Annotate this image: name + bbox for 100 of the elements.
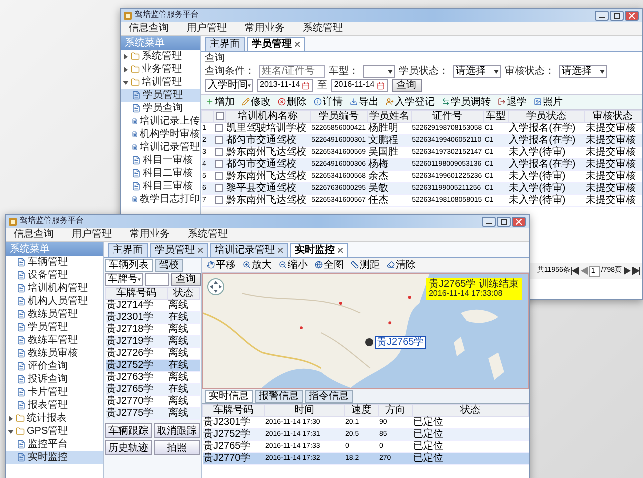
table-row[interactable]: 贵J2775学 离线 — [106, 408, 200, 420]
maximize-button[interactable] — [497, 216, 511, 226]
toolbar-button[interactable]: 缩小 — [278, 258, 309, 272]
minimize-button[interactable] — [482, 216, 496, 226]
menu-item[interactable]: 信息查询 — [129, 23, 169, 34]
menu-item[interactable]: 系统管理 — [303, 23, 343, 34]
tab[interactable]: 学员管理 — [247, 37, 305, 51]
table-row[interactable]: 贵J2301学 在线 — [106, 312, 200, 324]
menu-item[interactable]: 常用业务 — [130, 229, 170, 240]
dropdown[interactable]: 入学时间 — [205, 79, 253, 92]
column-header[interactable]: 车牌号码 — [106, 288, 168, 300]
tree-item[interactable]: GPS管理 — [6, 425, 103, 438]
toolbar-button[interactable]: 学员调转 — [441, 95, 492, 109]
search-button[interactable]: 查询 — [171, 273, 201, 286]
tree-item[interactable]: 卡片管理 — [6, 386, 103, 399]
table-row[interactable]: 贵J2763学 离线 — [106, 372, 200, 384]
column-header[interactable]: 方向 — [378, 404, 412, 416]
column-header[interactable]: 车牌号码 — [202, 404, 264, 416]
caret-icon[interactable] — [123, 54, 129, 60]
action-button[interactable]: 车辆跟踪 — [105, 423, 152, 438]
checkbox[interactable] — [216, 112, 224, 120]
caret-icon[interactable] — [8, 428, 14, 434]
dropdown[interactable]: 车牌号 — [105, 273, 143, 286]
maximize-button[interactable] — [610, 10, 624, 20]
close-icon[interactable] — [198, 248, 203, 253]
column-header[interactable]: 速度 — [344, 404, 378, 416]
menu-item[interactable]: 用户管理 — [187, 23, 227, 34]
toolbar-button[interactable]: 退学 — [497, 95, 528, 109]
tree-item[interactable]: 教学日志打印 — [121, 193, 200, 206]
search-field[interactable]: 姓名/证件号 — [259, 65, 325, 78]
tab[interactable]: 学员管理 — [150, 243, 208, 257]
tab[interactable]: 实时信息 — [205, 390, 253, 403]
tree-item[interactable]: 学员查询 — [121, 102, 200, 115]
tab[interactable]: 指令信息 — [305, 390, 353, 403]
tree-item[interactable]: 评价查询 — [6, 360, 103, 373]
date-field[interactable]: 2016-11-14 — [331, 79, 388, 92]
tree-item[interactable]: 业务管理 — [121, 63, 200, 76]
menu-item[interactable]: 信息查询 — [14, 229, 54, 240]
checkbox[interactable] — [214, 172, 223, 180]
checkbox[interactable] — [214, 160, 223, 168]
dropdown[interactable]: 请选择 — [453, 65, 501, 78]
tree-item[interactable]: 监控平台 — [6, 438, 103, 451]
tab[interactable]: 车辆列表 — [105, 259, 153, 272]
tab[interactable]: 主界面 — [205, 37, 245, 51]
tab[interactable]: 培训记录管理 — [210, 243, 288, 257]
column-header[interactable]: 证件号 — [411, 110, 484, 122]
tree-item[interactable]: 教练员管理 — [6, 308, 103, 321]
date-field[interactable]: 2013-11-14 — [257, 79, 314, 92]
tab[interactable]: 驾校 — [155, 259, 183, 272]
dropdown[interactable] — [363, 65, 395, 78]
column-header[interactable]: 状态 — [168, 288, 200, 300]
column-header[interactable]: 学员姓名 — [368, 110, 412, 122]
tree-item[interactable]: 培训机构管理 — [6, 282, 103, 295]
close-button[interactable] — [625, 10, 639, 20]
close-icon[interactable] — [338, 248, 343, 253]
tree-item[interactable]: 系统管理 — [121, 50, 200, 63]
table-row[interactable]: 贵J2765学 在线 — [106, 384, 200, 396]
table-row[interactable]: 贵J2718学 离线 — [106, 324, 200, 336]
tree-item[interactable]: 投诉查询 — [6, 373, 103, 386]
tree-item[interactable]: 教练员审核 — [6, 347, 103, 360]
column-header[interactable]: 车型 — [484, 110, 508, 122]
table-row[interactable]: 贵J2726学 离线 — [106, 348, 200, 360]
toolbar-button[interactable]: 入学登记 — [385, 95, 436, 109]
caret-icon[interactable] — [8, 416, 14, 422]
tree-item[interactable]: 培训记录上传 — [121, 115, 200, 128]
toolbar-button[interactable]: 测距 — [350, 258, 381, 272]
checkbox[interactable] — [214, 196, 223, 204]
close-icon[interactable] — [295, 42, 300, 47]
action-button[interactable]: 取消跟踪 — [154, 423, 200, 438]
toolbar-button[interactable]: 全图 — [314, 258, 345, 272]
column-header[interactable]: 学员编号 — [310, 110, 368, 122]
toolbar-button[interactable]: 平移 — [206, 258, 237, 272]
tree-item[interactable]: 车辆管理 — [6, 256, 103, 269]
table-row[interactable]: 贵J2719学 离线 — [106, 336, 200, 348]
toolbar-button[interactable]: 修改 — [241, 95, 272, 109]
tree-item[interactable]: 培训记录管理 — [121, 141, 200, 154]
last-page-button[interactable] — [632, 266, 640, 276]
search-button[interactable]: 查询 — [392, 79, 422, 92]
close-button[interactable] — [512, 216, 526, 226]
tab[interactable]: 实时监控 — [290, 243, 348, 257]
tree-item[interactable]: 学员管理 — [6, 321, 103, 334]
toolbar-button[interactable]: 清除 — [386, 258, 417, 272]
toolbar-button[interactable]: 删除 — [277, 95, 308, 109]
tree-item[interactable]: 培训管理 — [121, 76, 200, 89]
toolbar-button[interactable]: 导出 — [349, 95, 380, 109]
table-row[interactable]: 贵J2752学 在线 — [106, 360, 200, 372]
menu-item[interactable]: 用户管理 — [72, 229, 112, 240]
column-header[interactable]: 时间 — [264, 404, 344, 416]
tree-item[interactable]: 机构学时审核 — [121, 128, 200, 141]
toolbar-button[interactable]: 增加 — [205, 95, 236, 109]
caret-icon[interactable] — [123, 66, 129, 72]
first-page-button[interactable] — [571, 266, 580, 276]
column-header[interactable]: 学员状态 — [508, 110, 585, 122]
toolbar-button[interactable]: 放大 — [242, 258, 273, 272]
tree-item[interactable]: 报表管理 — [6, 399, 103, 412]
tree-item[interactable]: 学员管理 — [121, 89, 200, 102]
table-row[interactable]: 贵J2714学 离线 — [106, 300, 200, 312]
checkbox[interactable] — [214, 136, 223, 144]
tree-item[interactable]: 机构人员管理 — [6, 295, 103, 308]
tab[interactable]: 主界面 — [108, 243, 148, 257]
